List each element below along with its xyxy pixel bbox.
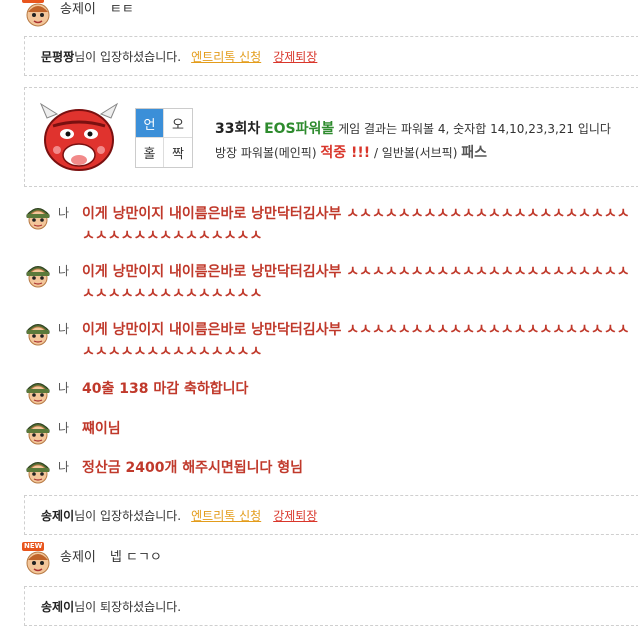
my-avatar bbox=[24, 418, 52, 446]
my-avatar bbox=[24, 378, 52, 406]
result-desc: 게임 결과는 파워볼 4, 숫자합 14,10,23,3,21 입니다 bbox=[338, 122, 611, 136]
new-badge: NEW bbox=[22, 0, 45, 3]
result-grid: 언 오 홀 짝 bbox=[135, 108, 193, 168]
new-user-face-icon bbox=[26, 3, 50, 27]
pick-result: 방장 파워볼(메인픽) 적중 !!! / 일반볼(서브픽) 패스 bbox=[215, 142, 487, 162]
nickname[interactable]: 송제이 bbox=[60, 548, 96, 568]
new-user-face-icon bbox=[26, 551, 50, 575]
enter-notice: 문평짱 님이 입장하셨습니다. 엔트리톡 신청 강제퇴장 bbox=[24, 36, 638, 76]
soldier-face-icon bbox=[26, 423, 50, 445]
soldier-face-icon bbox=[26, 383, 50, 405]
message-text: 이게 낭만이지 내이름은바로 낭만닥터김사부 ㅅㅅㅅㅅㅅㅅㅅㅅㅅㅅㅅㅅㅅㅅㅅㅅㅅ… bbox=[82, 264, 630, 302]
owner-pick: 방장 파워볼(메인픽) bbox=[215, 146, 317, 160]
my-message: 나 정산금 2400개 해주시면됩니다 형님 bbox=[0, 457, 638, 485]
my-message: 나 쨰이님 bbox=[0, 418, 638, 446]
grid-cell-un: 언 bbox=[136, 109, 164, 138]
kick-link[interactable]: 강제퇴장 bbox=[273, 48, 317, 65]
result-summary: 33회차 EOS파워볼 게임 결과는 파워볼 4, 숫자합 14,10,23,3… bbox=[215, 118, 611, 138]
message-text: 40출 138 마감 축하합니다 bbox=[82, 381, 249, 397]
game-result-box: 언 오 홀 짝 33회차 EOS파워볼 게임 결과는 파워볼 4, 숫자합 14… bbox=[24, 87, 638, 187]
devil-mascot-icon bbox=[39, 102, 119, 171]
soldier-face-icon bbox=[26, 208, 50, 230]
kick-link[interactable]: 강제퇴장 bbox=[273, 507, 317, 524]
hit-label: 적중 !!! bbox=[320, 145, 371, 161]
soldier-face-icon bbox=[26, 462, 50, 484]
my-avatar bbox=[24, 457, 52, 485]
sub-pick: / 일반볼(서브픽) bbox=[370, 146, 462, 160]
pass-label: 패스 bbox=[461, 145, 487, 161]
my-message: 나 40출 138 마감 축하합니다 bbox=[0, 378, 638, 406]
message-text: 쨰이님 bbox=[82, 421, 121, 437]
entry-talk-link[interactable]: 엔트리톡 신청 bbox=[191, 507, 261, 524]
chat-message: NEW 송제이 넵 ㄷㄱㅇ bbox=[0, 542, 638, 576]
message-text: 이게 낭만이지 내이름은바로 낭만닥터김사부 ㅅㅅㅅㅅㅅㅅㅅㅅㅅㅅㅅㅅㅅㅅㅅㅅㅅ… bbox=[82, 206, 630, 244]
my-label: 나 bbox=[58, 322, 70, 336]
my-message: 나 이게 낭만이지 내이름은바로 낭만닥터김사부 ㅅㅅㅅㅅㅅㅅㅅㅅㅅㅅㅅㅅㅅㅅㅅ… bbox=[0, 261, 638, 305]
my-label: 나 bbox=[58, 206, 70, 220]
soldier-face-icon bbox=[26, 266, 50, 288]
my-message: 나 이게 낭만이지 내이름은바로 낭만닥터김사부 ㅅㅅㅅㅅㅅㅅㅅㅅㅅㅅㅅㅅㅅㅅㅅ… bbox=[0, 319, 638, 363]
my-avatar bbox=[24, 261, 52, 289]
my-label: 나 bbox=[58, 421, 70, 435]
notice-text: 님이 입장하셨습니다. bbox=[74, 49, 182, 64]
my-label: 나 bbox=[58, 381, 70, 395]
game-name: EOS파워볼 bbox=[264, 121, 335, 137]
message-text: 이게 낭만이지 내이름은바로 낭만닥터김사부 ㅅㅅㅅㅅㅅㅅㅅㅅㅅㅅㅅㅅㅅㅅㅅㅅㅅ… bbox=[82, 322, 630, 360]
notice-text: 님이 퇴장하셨습니다. bbox=[74, 599, 182, 614]
nickname[interactable]: 송제이 bbox=[60, 0, 96, 20]
message-text: 넵 ㄷㄱㅇ bbox=[109, 550, 162, 565]
user-avatar[interactable]: NEW bbox=[22, 542, 52, 576]
enter-notice: 송제이 님이 입장하셨습니다. 엔트리톡 신청 강제퇴장 bbox=[24, 495, 638, 535]
round-number: 33회차 bbox=[215, 121, 261, 137]
user-avatar[interactable]: NEW bbox=[22, 0, 52, 28]
my-avatar bbox=[24, 319, 52, 347]
notice-text: 님이 입장하셨습니다. bbox=[74, 508, 182, 523]
chat-message: NEW 송제이 ㅌㅌ bbox=[0, 0, 638, 28]
soldier-face-icon bbox=[26, 324, 50, 346]
new-badge: NEW bbox=[22, 542, 45, 551]
my-message: 나 이게 낭만이지 내이름은바로 낭만닥터김사부 ㅅㅅㅅㅅㅅㅅㅅㅅㅅㅅㅅㅅㅅㅅㅅ… bbox=[0, 203, 638, 247]
message-text: ㅌㅌ bbox=[109, 2, 134, 17]
leave-notice: 송제이 님이 퇴장하셨습니다. bbox=[24, 586, 638, 626]
notice-nickname[interactable]: 송제이 bbox=[41, 507, 74, 524]
notice-nickname[interactable]: 송제이 bbox=[41, 598, 74, 615]
my-avatar bbox=[24, 203, 52, 231]
entry-talk-link[interactable]: 엔트리톡 신청 bbox=[191, 48, 261, 65]
grid-cell-hol: 홀 bbox=[136, 138, 164, 167]
notice-nickname[interactable]: 문평짱 bbox=[41, 48, 74, 65]
grid-cell-o: 오 bbox=[164, 109, 192, 138]
message-text: 정산금 2400개 해주시면됩니다 형님 bbox=[82, 460, 304, 476]
my-label: 나 bbox=[58, 460, 70, 474]
my-label: 나 bbox=[58, 264, 70, 278]
grid-cell-jjak: 짝 bbox=[172, 147, 184, 162]
